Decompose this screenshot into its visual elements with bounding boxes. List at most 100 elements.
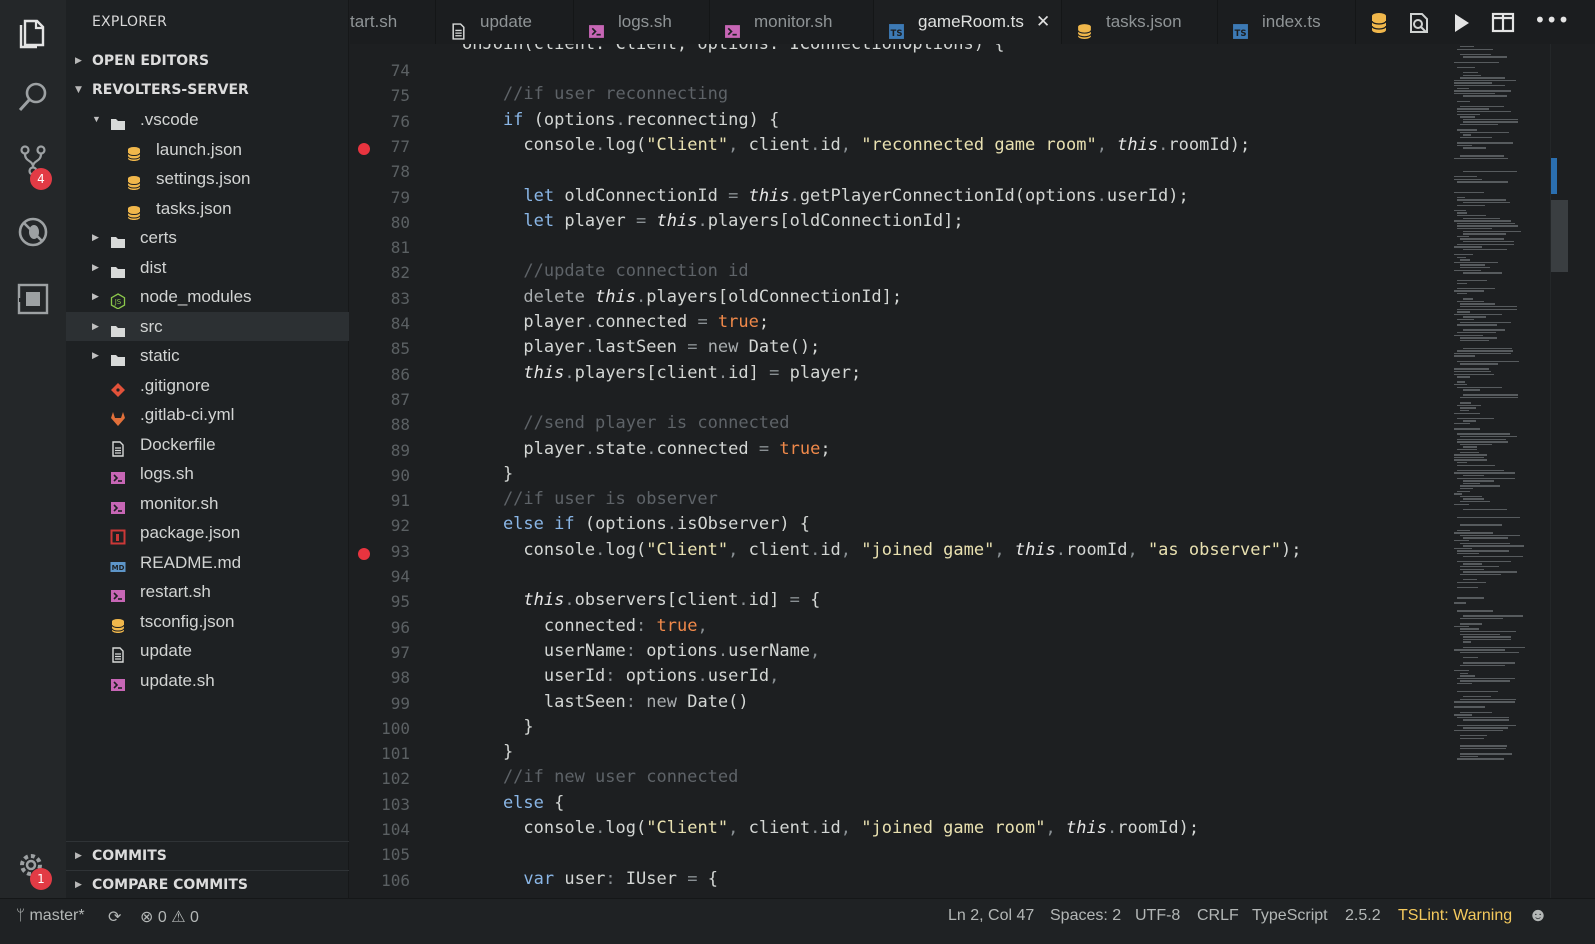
line-number: 97 (390, 642, 410, 662)
editor-tab[interactable]: update (436, 0, 574, 44)
minimap-line (1454, 459, 1487, 461)
branch-indicator[interactable]: ᛘ master* (16, 907, 85, 925)
tslint-status[interactable]: TSLint: Warning (1398, 907, 1512, 925)
minimap-line (1454, 540, 1470, 542)
minimap-line (1460, 46, 1475, 48)
editor-tab[interactable]: tart.sh (350, 0, 436, 44)
tree-item[interactable]: ▼ .vscode (66, 105, 349, 135)
editor-tab[interactable]: TS gameRoom.ts ✕ (874, 0, 1062, 44)
minimap-line (1460, 735, 1487, 737)
svg-text:TS: TS (891, 29, 903, 39)
run-icon[interactable] (1448, 10, 1474, 36)
scrollbar-thumb[interactable] (1551, 200, 1568, 272)
minimap-line (1460, 303, 1496, 305)
tree-item[interactable]: ▶ static (66, 341, 349, 371)
tree-item[interactable]: tasks.json (66, 194, 349, 224)
minimap-line (1463, 696, 1491, 698)
indentation[interactable]: Spaces: 2 (1050, 907, 1121, 925)
breakpoint-icon[interactable] (358, 547, 370, 560)
debug-icon[interactable] (16, 215, 50, 249)
line-ending[interactable]: CRLF (1197, 907, 1239, 925)
tree-item[interactable]: tsconfig.json (66, 607, 349, 637)
more-actions-icon[interactable]: ••• (1534, 10, 1569, 36)
tree-item[interactable]: ▶ JS node_modules (66, 282, 349, 312)
minimap-line (1460, 267, 1490, 269)
tree-item[interactable]: restart.sh (66, 577, 349, 607)
code-line: console.log("Client", client.id, "reconn… (462, 134, 1251, 155)
editor-tab[interactable]: monitor.sh (710, 0, 874, 44)
sync-icon[interactable]: ⟳ (108, 907, 121, 927)
tree-item[interactable]: launch.json (66, 135, 349, 165)
folder-icon (110, 230, 126, 248)
tree-item[interactable]: ▶ src (66, 311, 349, 341)
editor-tab[interactable]: tasks.json (1062, 0, 1218, 44)
code-line: //if new user connected (462, 767, 739, 788)
tree-item[interactable]: Dockerfile (66, 430, 349, 460)
tree-item[interactable]: MD README.md (66, 548, 349, 578)
minimap-line (1457, 462, 1467, 464)
tab-label: tart.sh (350, 12, 398, 31)
minimap-line (1460, 77, 1505, 79)
compare-commits-section[interactable]: ▶ COMPARE COMMITS (66, 870, 349, 899)
tree-item[interactable]: update.sh (66, 666, 349, 696)
minimap-line (1463, 233, 1506, 235)
typescript-file-icon: TS (1232, 13, 1249, 39)
ts-version[interactable]: 2.5.2 (1345, 907, 1381, 925)
minimap-line (1454, 384, 1467, 386)
code-line: userId: options.userId, (462, 666, 780, 687)
tree-item[interactable]: ▶ certs (66, 223, 349, 253)
tree-item[interactable]: monitor.sh (66, 489, 349, 519)
folder-icon (110, 319, 126, 337)
minimap-line (1454, 472, 1516, 474)
close-tab-icon[interactable]: ✕ (1036, 0, 1050, 44)
tree-item[interactable]: update (66, 636, 349, 666)
minimap-line (1457, 282, 1467, 284)
minimap-line (1460, 443, 1492, 446)
minimap-line (1460, 568, 1485, 570)
code-line: this.players[client.id] = player; (462, 362, 862, 383)
minimap-line (1457, 550, 1509, 552)
minimap-line (1463, 719, 1510, 721)
tree-item[interactable]: .gitignore (66, 371, 349, 401)
tree-item[interactable]: ▶ dist (66, 253, 349, 283)
encoding[interactable]: UTF-8 (1135, 907, 1180, 925)
editor-tab[interactable]: TS index.ts (1218, 0, 1356, 44)
minimap-line (1457, 324, 1498, 326)
tree-item-label: README.md (140, 552, 242, 572)
code-line: this.observers[client.id] = { (462, 590, 821, 611)
minimap-line (1454, 269, 1481, 271)
editor-tab[interactable]: logs.sh (574, 0, 710, 44)
minimap[interactable] (1450, 44, 1550, 898)
language-mode[interactable]: TypeScript (1252, 907, 1328, 925)
search-icon[interactable] (16, 80, 50, 114)
split-editor-icon[interactable] (1490, 10, 1516, 36)
code-editor[interactable]: onJoin(client: Client, options: IConnect… (350, 44, 1550, 898)
tree-item[interactable]: logs.sh (66, 459, 349, 489)
line-number: 105 (381, 845, 410, 865)
breakpoint-icon[interactable] (358, 142, 370, 155)
tree-item[interactable]: settings.json (66, 164, 349, 194)
cursor-position[interactable]: Ln 2, Col 47 (948, 907, 1034, 925)
minimap-line (1463, 641, 1472, 643)
open-preview-icon[interactable] (1406, 10, 1432, 36)
code-line: delete this.players[oldConnectionId]; (462, 286, 903, 307)
minimap-line (1454, 209, 1466, 212)
minimap-line (1460, 753, 1512, 755)
extensions-icon[interactable] (16, 282, 50, 316)
explorer-icon[interactable] (16, 15, 50, 49)
tree-item[interactable]: package.json (66, 518, 349, 548)
database-icon[interactable] (1366, 10, 1392, 36)
minimap-line (1454, 428, 1481, 430)
minimap-line (1454, 191, 1485, 193)
feedback-smiley-icon[interactable]: ☻ (1528, 905, 1548, 927)
sidebar-title: EXPLORER (92, 14, 168, 30)
minimap-line (1460, 534, 1521, 537)
commits-section[interactable]: ▶ COMMITS (66, 841, 349, 870)
folder-open-icon (110, 112, 126, 130)
code-line: userName: options.userName, (462, 640, 821, 661)
tree-item-label: update (140, 641, 192, 660)
problems-indicator[interactable]: ⊗ 0 ⚠ 0 (140, 907, 199, 927)
project-section[interactable]: ▼ REVOLTERS-SERVER (66, 76, 349, 105)
tree-item[interactable]: .gitlab-ci.yml (66, 400, 349, 430)
open-editors-section[interactable]: ▶ OPEN EDITORS (66, 47, 349, 76)
